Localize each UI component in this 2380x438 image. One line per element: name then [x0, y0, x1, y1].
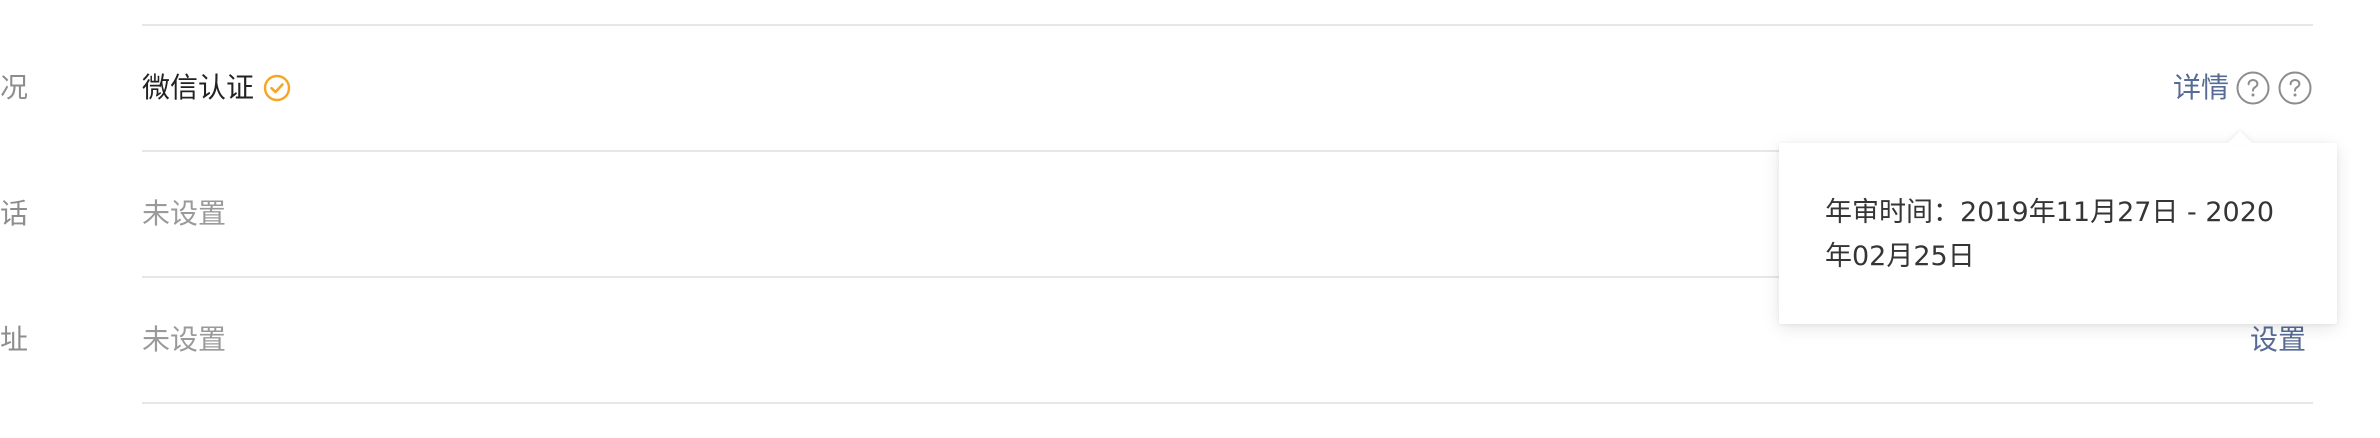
row-divider: [142, 24, 2313, 26]
question-circle-icon[interactable]: [2277, 70, 2313, 106]
verification-value: 微信认证: [142, 68, 292, 108]
question-circle-icon[interactable]: [2235, 70, 2271, 106]
address-actions: 设置: [2250, 320, 2306, 360]
set-address-link[interactable]: 设置: [2250, 320, 2306, 360]
annual-review-tooltip: 年审时间：2019年11月27日 - 2020年02月25日: [1779, 143, 2337, 324]
phone-status-text: 未设置: [142, 197, 227, 230]
verification-actions: 详情: [2173, 68, 2313, 108]
phone-value: 未设置: [142, 194, 226, 234]
row-label-verification: 况: [0, 71, 29, 104]
row-divider: [142, 402, 2313, 404]
verification-status-text: 微信认证: [142, 71, 255, 104]
details-link[interactable]: 详情: [2173, 68, 2229, 108]
address-status-text: 未设置: [142, 323, 227, 356]
annual-review-text: 年审时间：2019年11月27日 - 2020年02月25日: [1825, 197, 2275, 272]
row-label-phone: 话: [0, 197, 29, 230]
tooltip-arrow: [2227, 131, 2253, 144]
address-value: 未设置: [142, 320, 226, 360]
verified-check-icon: [262, 73, 292, 103]
row-label-address: 址: [0, 323, 29, 356]
